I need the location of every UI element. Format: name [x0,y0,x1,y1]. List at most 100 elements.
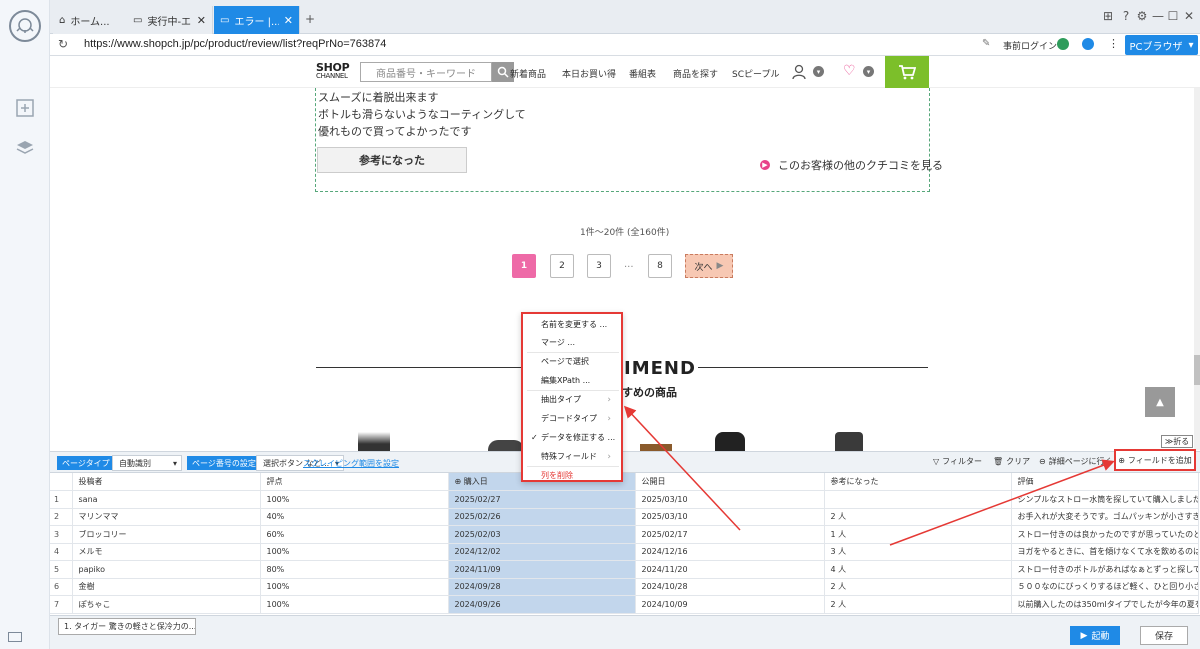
more-icon[interactable]: ⋮ [1108,37,1119,50]
mail-icon[interactable] [8,632,22,642]
layers-icon[interactable] [14,137,36,159]
scroll-top-button[interactable]: ▲ [1145,387,1175,417]
triangle-right-icon: ▶ [716,261,724,271]
add-field-label: フィールドを追加 [1127,455,1192,465]
divider [698,367,928,368]
detail-page-button[interactable]: ⊖ 詳細ページに行く [1039,456,1111,467]
product-image[interactable] [715,432,745,452]
run-button[interactable]: ▶ 起動 [1070,626,1120,645]
add-field-button[interactable]: ⊕ フィールドを追加 [1114,449,1196,471]
gift-icon[interactable]: ⊞ [1100,8,1116,24]
page-icon: ▭ [220,14,230,26]
nav-schedule[interactable]: 番組表 [629,67,656,80]
column-header[interactable]: 公開日 [635,473,825,491]
menu-edit-xpath[interactable]: 編集XPath ... [523,371,621,390]
minimize-icon[interactable]: — [1150,8,1166,24]
page-3-button[interactable]: 3 [587,254,611,278]
table-cell: 2024/10/28 [635,578,825,596]
url-field[interactable]: https://www.shopch.jp/pc/product/review/… [84,38,386,50]
product-image[interactable] [835,432,863,452]
table-row[interactable]: 7 ぽちゃこ 100% 2024/09/26 2024/10/09 2 人以前購入したのは… [50,595,1199,614]
reload-icon[interactable]: ↻ [58,37,68,51]
table-row[interactable]: 2 マリンママ 40% 2025/02/26 2025/03/10 2 人お手入れが大変そ… [50,508,1199,526]
nav-find-products[interactable]: 商品を探す [673,67,718,80]
logo-line2: CHANNEL [316,72,348,80]
other-reviews-link[interactable]: ▶ このお客様の他のクチコミを見る [760,157,943,173]
new-tab-icon[interactable]: + [302,11,318,27]
tab-label: ホーム... [70,16,110,28]
table-cell: 1 人 [824,525,1012,544]
table-row[interactable]: 6 金樹 100% 2024/09/28 2024/10/28 2 人 ５００なのにびっくり… [50,578,1199,596]
close-icon[interactable]: ✕ [284,14,293,27]
maximize-icon[interactable]: ☐ [1165,8,1181,24]
pre-login-link[interactable]: 事前ログイン [1003,39,1057,52]
menu-extract-type[interactable]: 抽出タイプ › [523,390,621,409]
app-logo[interactable] [9,10,41,42]
table-cell: sana [72,490,261,509]
account-icon[interactable] [792,64,806,83]
column-header[interactable]: 投稿者 [72,473,261,491]
table-header-row: 投稿者 評点 ⊕ 購入日 公開日 参考になった 評価 [50,473,1199,491]
menu-fix-data[interactable]: ✓ データを修正する ... [523,428,621,447]
menu-rename[interactable]: 名前を変更する ... [523,315,621,334]
menu-merge[interactable]: マージ ... [523,333,621,352]
table-cell: 2 人 [824,595,1012,614]
user-icon[interactable] [1082,38,1094,50]
nav-today-deals[interactable]: 本日お買い得 [562,67,616,80]
column-header[interactable]: 評価 [1011,473,1199,491]
scrape-range-link[interactable]: スクレイピング範囲を設定 [303,458,399,469]
table-row[interactable]: 1 sana 100% 2025/02/27 2025/03/10 シンプルなストロー水筒… [50,490,1199,509]
page-1-button[interactable]: 1 [512,254,536,278]
task-tab[interactable]: 1. タイガー 驚きの軽さと保冷力の... [58,618,196,635]
favorite-icon[interactable]: ♡ [843,63,856,79]
page-scrollbar[interactable] [1194,88,1200,450]
table-cell: 2024/10/09 [635,595,825,614]
collapse-button[interactable]: ≫ 折る [1161,435,1193,448]
page-type-select[interactable]: 自動識別 ▾ [112,455,182,471]
page-8-button[interactable]: 8 [648,254,672,278]
menu-item-label: デコードタイプ [541,414,597,423]
play-icon: ▶ [1080,630,1088,641]
nav-sc-people[interactable]: SCピープル [732,67,779,80]
chevron-right-icon: › [607,451,611,462]
close-icon[interactable]: ✕ [197,14,206,27]
save-button[interactable]: 保存 [1140,626,1188,645]
edit-icon[interactable]: ✎ [982,38,990,49]
filter-button[interactable]: ▽ フィルター [933,456,982,467]
menu-select-on-page[interactable]: ページで選択 [523,352,621,371]
column-header[interactable]: 参考になった [824,473,1012,491]
settings-icon[interactable]: ⚙ [1134,8,1150,24]
table-cell: シンプルなストロー水筒を探していて購入しました... [1011,490,1199,509]
browser-mode-button[interactable]: PCブラウザ ▾ [1125,35,1198,55]
cart-button[interactable] [885,56,929,88]
chevron-right-icon: › [607,394,611,405]
clear-button[interactable]: 🗑 クリア [993,456,1030,467]
review-text-line: 優れもので買ってよかったです [318,125,472,138]
page-scrollbar-thumb[interactable] [1194,355,1200,385]
table-row[interactable]: 4 メルモ 100% 2024/12/02 2024/12/16 3 人ヨガをやるときに、… [50,543,1199,561]
chevron-down-icon[interactable]: ▾ [863,66,874,77]
page-ellipsis: ... [624,259,634,270]
menu-special-field[interactable]: 特殊フィールド › [523,447,621,466]
window-close-icon[interactable]: ✕ [1181,8,1197,24]
menu-item-label: マージ ... [541,338,576,347]
nav-new-products[interactable]: 新着商品 [510,67,546,80]
helpful-button[interactable]: 参考になった [317,147,467,173]
new-task-icon[interactable] [14,97,36,119]
shop-channel-logo[interactable]: SHOP CHANNEL [316,62,350,81]
tab-error[interactable]: ▭ エラー |... ✕ [214,6,300,34]
table-cell: 2024/12/16 [635,543,825,561]
table-row[interactable]: 3 ブロッコリー 60% 2025/02/03 2025/02/17 1 人ストロー付きの… [50,525,1199,544]
menu-decode-type[interactable]: デコードタイプ › [523,409,621,428]
chevron-down-icon[interactable]: ▾ [813,66,824,77]
page-2-button[interactable]: 2 [550,254,574,278]
site-search-input[interactable]: 商品番号・キーワード [360,62,492,82]
product-image[interactable] [358,432,390,452]
next-page-button[interactable]: 次へ ▶ [685,254,733,278]
menu-delete-column[interactable]: 列を削除 [523,466,621,485]
extension-icon[interactable] [1057,38,1069,50]
tab-running[interactable]: ▭ 実行中-エ... ✕ [127,6,213,34]
column-header[interactable]: 評点 [260,473,449,491]
table-row[interactable]: 5 papiko 80% 2024/11/09 2024/11/20 4 人ストロー付きの… [50,560,1199,579]
help-icon[interactable]: ? [1118,8,1134,24]
